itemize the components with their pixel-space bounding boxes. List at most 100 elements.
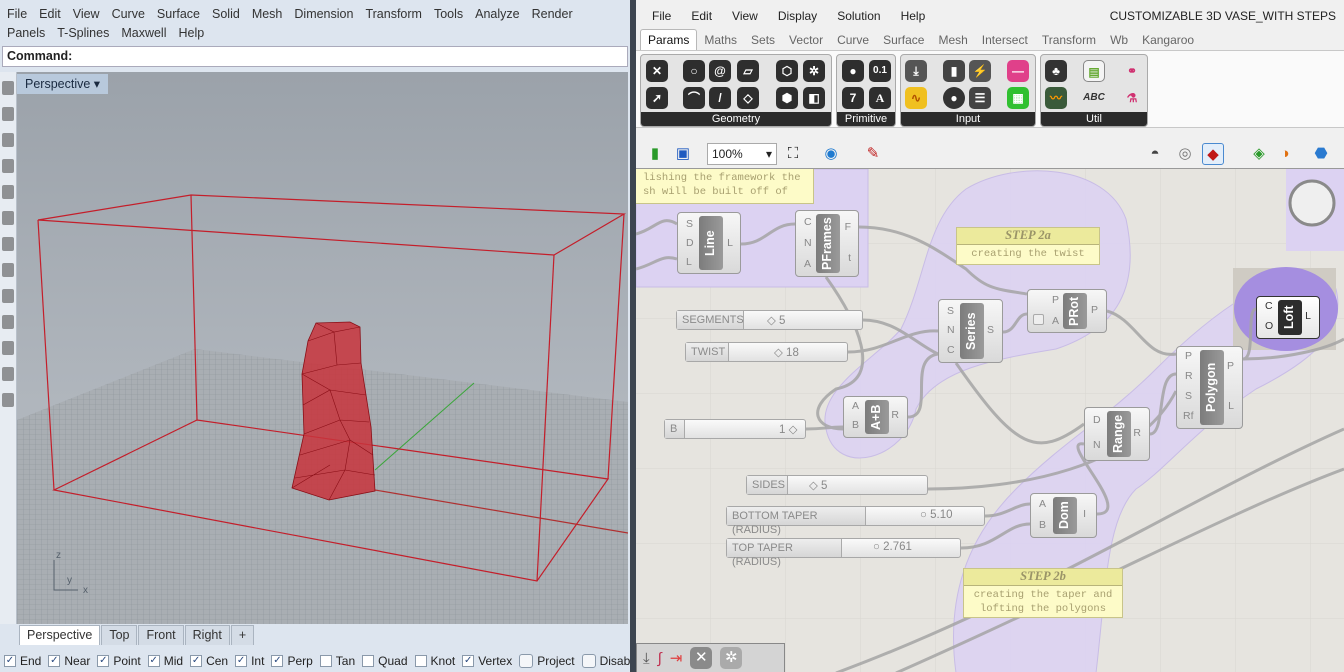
tool-icon[interactable] — [2, 341, 14, 355]
flask-icon[interactable]: ⚗ — [1121, 87, 1143, 109]
toggle-button[interactable] — [519, 654, 534, 668]
output-pin[interactable]: L — [1228, 400, 1234, 412]
component-line[interactable]: S D L Line L — [677, 212, 741, 274]
slider-sides[interactable]: SIDES ◇ 5 — [746, 475, 928, 495]
input-pin[interactable]: B — [1039, 519, 1046, 531]
download-icon[interactable]: ⤓ — [643, 650, 650, 667]
input-pin[interactable]: D — [1093, 414, 1101, 426]
scribble-icon[interactable]: ABC — [1083, 87, 1105, 109]
box-icon[interactable]: ⬡ — [776, 60, 798, 82]
snap-mid[interactable]: ✓ Mid — [147, 654, 183, 668]
zoom-select[interactable]: 100% ▾ — [707, 143, 777, 165]
tab-transform[interactable]: Transform — [1035, 30, 1103, 50]
open-file-icon[interactable]: ▮ — [644, 143, 666, 165]
output-pin[interactable]: R — [891, 409, 899, 421]
tool-icon[interactable] — [2, 263, 14, 277]
slider-value[interactable]: ◇ 18 — [774, 345, 799, 359]
menu-surface[interactable]: Surface — [157, 5, 200, 24]
boolean-icon[interactable]: ● — [842, 60, 864, 82]
sketch-icon[interactable]: ✎ — [862, 143, 884, 165]
output-pin[interactable]: L — [727, 237, 733, 249]
integer-icon[interactable]: 7 — [842, 87, 864, 109]
checkbox[interactable]: ✓ — [462, 655, 475, 667]
slider-bottom-taper[interactable]: BOTTOM TAPER (RADIUS) ○ 5.10 — [726, 506, 985, 536]
save-file-icon[interactable]: ▣ — [672, 143, 694, 165]
gh-menu-solution[interactable]: Solution — [837, 9, 880, 23]
tab-wb[interactable]: Wb — [1103, 30, 1135, 50]
checkbox[interactable]: ✓ — [271, 655, 284, 667]
slider-value[interactable]: 1 ◇ — [779, 422, 797, 436]
menu-tools[interactable]: Tools — [434, 5, 463, 24]
output-pin[interactable]: F — [845, 221, 851, 233]
tool-icon[interactable] — [2, 211, 14, 225]
input-pin[interactable]: S — [1185, 390, 1192, 402]
output-pin[interactable]: L — [1305, 310, 1311, 322]
input-pin[interactable]: L — [686, 256, 692, 268]
output-pin[interactable]: P — [1091, 304, 1098, 316]
slider-value[interactable]: ○ 5.10 — [920, 509, 953, 521]
input-pin[interactable]: P — [1185, 350, 1192, 362]
checkbox[interactable]: ✓ — [147, 655, 160, 667]
geometry-icon[interactable]: ✕ — [646, 60, 668, 82]
tool-icon[interactable] — [2, 393, 14, 407]
data-recorder-icon[interactable]: 〰 — [1045, 87, 1067, 109]
preview-off-icon[interactable]: ◓ — [1144, 143, 1166, 165]
tool-icon[interactable] — [2, 185, 14, 199]
menu-mesh[interactable]: Mesh — [252, 5, 283, 24]
curve-wire-icon[interactable]: ∫ — [658, 650, 662, 667]
component-domain[interactable]: A B Dom I — [1030, 493, 1097, 538]
gh-menu-edit[interactable]: Edit — [691, 9, 712, 23]
menu-tsplines[interactable]: T-Splines — [57, 24, 109, 43]
relay-icon[interactable]: ⇥ — [670, 649, 683, 667]
colour-swatch-icon[interactable]: ▦ — [1007, 87, 1029, 109]
output-pin[interactable]: t — [848, 252, 851, 264]
menu-edit[interactable]: Edit — [39, 5, 61, 24]
snap-quad[interactable]: Quad — [362, 654, 408, 668]
panel-label[interactable]: Util — [1041, 112, 1147, 126]
perspective-viewport[interactable]: z y x Perspective ▾ — [17, 72, 628, 624]
mesh-icon[interactable]: ✲ — [803, 60, 825, 82]
input-pin[interactable]: S — [686, 218, 693, 230]
slider-segments[interactable]: SEGMENTS ◇ 5 — [676, 310, 863, 330]
component-pframes[interactable]: C N A PFrames F t — [795, 210, 859, 277]
menu-render[interactable]: Render — [532, 5, 573, 24]
plane-icon[interactable]: ◇ — [737, 87, 759, 109]
tab-maths[interactable]: Maths — [697, 30, 744, 50]
tab-intersect[interactable]: Intersect — [975, 30, 1035, 50]
slider-b[interactable]: B 1 ◇ — [664, 419, 806, 439]
output-pin[interactable]: S — [987, 324, 994, 336]
tool-icon[interactable] — [2, 315, 14, 329]
tool-icon[interactable] — [2, 107, 14, 121]
input-pin[interactable]: C — [947, 344, 955, 356]
tab-params[interactable]: Params — [640, 29, 698, 50]
tool-icon[interactable] — [2, 237, 14, 251]
material-icon[interactable]: ◑ — [1274, 143, 1296, 165]
checkbox[interactable] — [414, 655, 427, 667]
input-pin[interactable]: P — [1052, 294, 1059, 306]
checkbox[interactable] — [319, 655, 332, 667]
menu-maxwell[interactable]: Maxwell — [121, 24, 166, 43]
input-pin[interactable]: D — [686, 237, 694, 249]
toggle-button[interactable] — [581, 654, 596, 668]
tab-top[interactable]: Top — [101, 625, 138, 645]
project-toggle[interactable]: Project — [519, 654, 575, 668]
menu-panels[interactable]: Panels — [7, 24, 45, 43]
gradient-icon[interactable]: — — [1007, 60, 1029, 82]
input-pin[interactable]: A — [804, 258, 811, 270]
zoom-extents-icon[interactable]: ⛶ — [782, 143, 804, 165]
snap-tan[interactable]: Tan — [319, 654, 355, 668]
input-pin[interactable]: N — [947, 324, 955, 336]
arc-icon[interactable]: ⌒ — [683, 87, 705, 109]
circle-icon[interactable]: ○ — [683, 60, 705, 82]
brep-icon[interactable]: ⬢ — [776, 87, 798, 109]
tab-surface[interactable]: Surface — [876, 30, 931, 50]
slider-twist[interactable]: TWIST ◇ 18 — [685, 342, 848, 362]
gh-menu-file[interactable]: File — [652, 9, 671, 23]
menu-dimension[interactable]: Dimension — [294, 5, 353, 24]
eye-icon[interactable]: ◉ — [820, 143, 842, 165]
input-pin[interactable]: B — [852, 419, 859, 431]
checkbox[interactable]: ✓ — [190, 655, 203, 667]
gh-menu-view[interactable]: View — [732, 9, 758, 23]
tab-vector[interactable]: Vector — [782, 30, 830, 50]
input-pin[interactable]: N — [804, 237, 812, 249]
